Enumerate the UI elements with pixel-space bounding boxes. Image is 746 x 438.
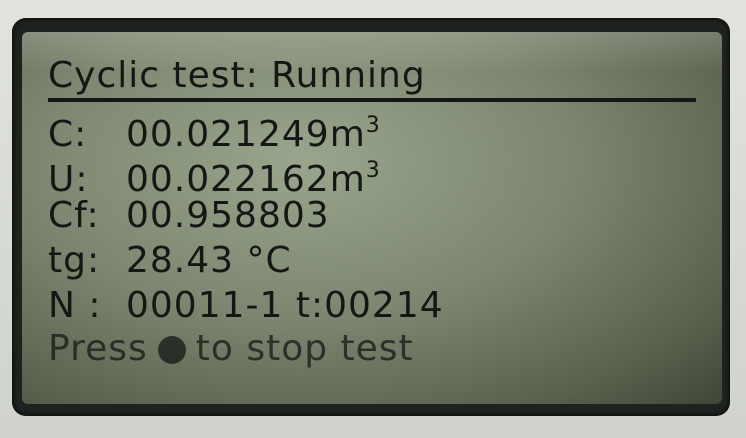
lcd-screen: Cyclic test: Running C: 00.021249m3 U: 00.… xyxy=(22,32,722,404)
counter-row: N : 00011-1 t:00214 xyxy=(48,284,444,328)
device-housing: Cyclic test: Running C: 00.021249m3 U: 00.… xyxy=(0,0,746,438)
reading-cf-value: 00.958803 xyxy=(126,195,330,236)
reading-cf-label: Cf: xyxy=(48,195,100,236)
counter-value: 00011-1 xyxy=(126,285,284,326)
counter-label: N : xyxy=(48,285,102,326)
reading-tg-value: 28.43 °C xyxy=(126,240,292,281)
footer-hint: Press to stop test xyxy=(48,327,414,371)
time-value: 00214 xyxy=(324,285,444,326)
stop-button-icon xyxy=(157,336,186,364)
title-divider xyxy=(48,98,696,102)
footer-post-text: to stop test xyxy=(195,328,414,369)
reading-tg-label: tg: xyxy=(48,240,101,281)
footer-pre-text: Press xyxy=(48,328,148,369)
time-label: t: xyxy=(295,285,325,326)
reading-cf: Cf: 00.958803 xyxy=(48,194,330,238)
status-title: Cyclic test: Running xyxy=(48,55,426,96)
reading-tg: tg: 28.43 °C xyxy=(48,239,292,283)
reading-u-unit: m3 xyxy=(329,158,381,200)
